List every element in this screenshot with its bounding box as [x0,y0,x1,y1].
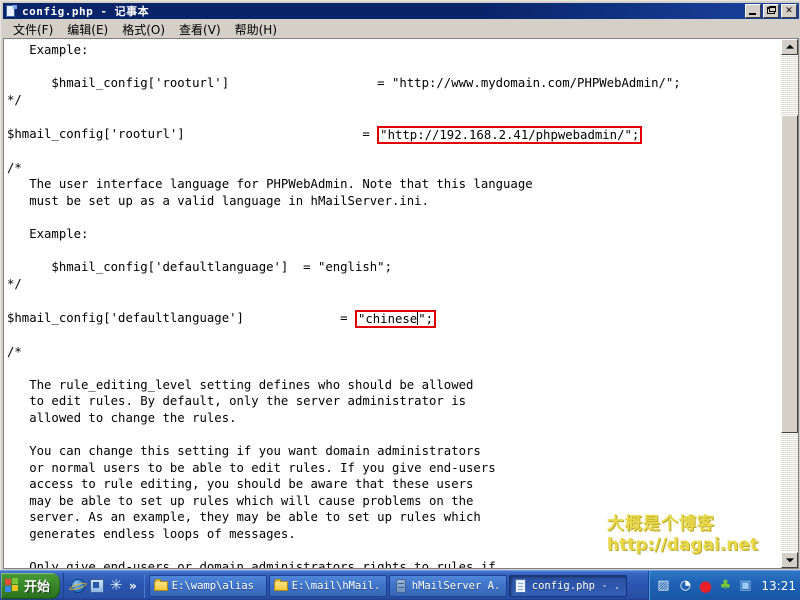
tray-update-icon[interactable]: ♣ [717,578,733,594]
notepad-document-icon [5,4,18,18]
media-player-icon[interactable]: ✳ [108,577,124,594]
tray-sound-icon[interactable]: ◔ [677,578,693,594]
menu-file[interactable]: 文件(F) [6,20,60,39]
close-icon[interactable]: ✕ [781,4,797,18]
folder-icon [273,578,288,593]
window-control-buttons: ✕ [745,4,797,18]
notepad-window: config.php - 记事本 ✕ 文件(F) 编辑(E) 格式(O) 查看(… [0,0,800,570]
taskbar-button-config-php[interactable]: config.php - ... [508,574,627,597]
restore-button[interactable] [763,4,779,18]
show-desktop-icon[interactable] [89,578,105,594]
menu-edit[interactable]: 编辑(E) [60,20,115,39]
chevron-down-icon [785,558,794,563]
taskbar-button-label: E:\mail\hMail... [291,579,382,592]
tray-network-icon[interactable]: ▨ [655,578,671,594]
taskbar-button-label: E:\wamp\alias [171,579,254,592]
taskbar-window-buttons: E:\wamp\alias E:\mail\hMail... hMailServ… [143,573,649,598]
menu-format[interactable]: 格式(O) [115,20,172,39]
quick-launch-bar: ✳ » [63,572,142,599]
windows-flag-icon [5,578,20,593]
notepad-document-icon [514,578,528,593]
editor-frame: Example: $hmail_config['rooturl'] = "htt… [3,38,799,569]
quick-launch-overflow-chevron[interactable]: » [129,579,137,593]
taskbar-button-mail-hmail[interactable]: E:\mail\hMail... [268,574,387,597]
taskbar-button-label: config.php - ... [531,579,622,592]
menu-help[interactable]: 帮助(H) [228,20,284,39]
window-title-bar[interactable]: config.php - 记事本 ✕ [3,3,799,19]
menu-bar: 文件(F) 编辑(E) 格式(O) 查看(V) 帮助(H) [3,20,799,38]
internet-explorer-icon[interactable] [70,578,86,594]
folder-icon [153,578,168,593]
taskbar-button-hmailserver-admin[interactable]: hMailServer A... [388,574,507,597]
minimize-button[interactable] [745,4,761,18]
desktop-screen: config.php - 记事本 ✕ 文件(F) 编辑(E) 格式(O) 查看(… [0,0,800,600]
highlight-box-rooturl: "http://192.168.2.41/phpwebadmin/"; [377,125,643,144]
editor-segment-3: /* The rule_editing_level setting define… [7,344,496,569]
tray-clock[interactable]: 13:21 [761,579,796,593]
tray-opera-icon[interactable]: ● [697,578,713,594]
server-icon [394,578,408,593]
tray-app-icon[interactable]: ▣ [737,578,753,594]
start-button[interactable]: 开始 [1,572,61,599]
taskbar-button-label: hMailServer A... [411,579,502,592]
highlight-language-text-b: "; [418,311,434,326]
highlight-box-defaultlanguage: "chinese"; [354,309,437,328]
taskbar-button-wamp-alias[interactable]: E:\wamp\alias [148,574,267,597]
highlight-rooturl-text: "http://192.168.2.41/phpwebadmin/"; [380,127,640,142]
start-button-label: 开始 [24,580,51,595]
window-title: config.php - 记事本 [22,5,150,18]
system-tray: ▨ ◔ ● ♣ ▣ 13:21 [648,570,800,600]
chevron-up-icon [785,44,794,49]
highlight-language-text-a: "chinese [357,311,418,326]
text-editor-area[interactable]: Example: $hmail_config['rooturl'] = "htt… [4,39,769,568]
menu-view[interactable]: 查看(V) [172,20,228,39]
scrollbar-thumb[interactable] [781,115,798,433]
scroll-up-button[interactable] [781,39,798,55]
editor-segment-2: /* The user interface language for PHPWe… [7,160,533,325]
taskbar: 开始 ✳ » E:\wamp\alias E:\mail\hMail... hM… [0,570,800,600]
vertical-scrollbar[interactable] [781,39,798,568]
scroll-down-button[interactable] [781,552,798,568]
